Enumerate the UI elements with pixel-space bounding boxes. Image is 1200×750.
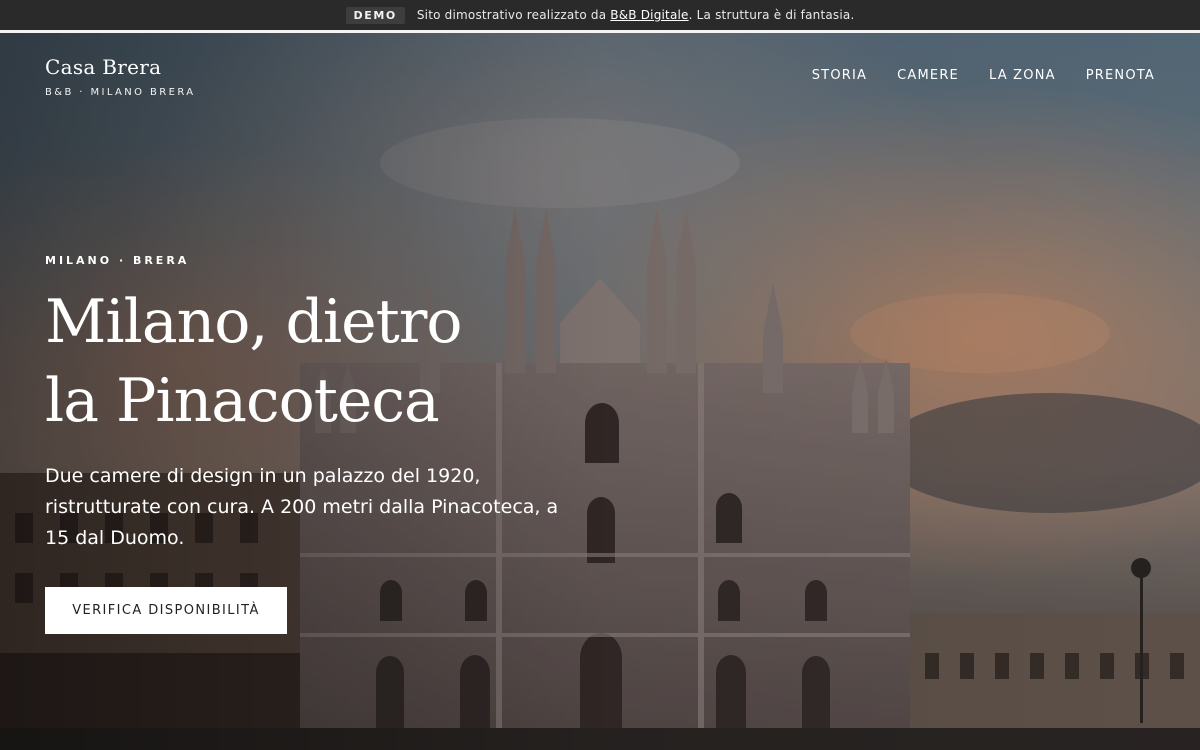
demo-agency-link[interactable]: B&B Digitale — [610, 8, 688, 22]
hero-section: Casa Brera B&B · MILANO BRERA STORIA CAM… — [0, 33, 1200, 750]
main-nav: STORIA CAMERE LA ZONA PRENOTA — [812, 68, 1155, 83]
headline-line-2: la Pinacoteca — [45, 366, 440, 436]
brand-logo[interactable]: Casa Brera B&B · MILANO BRERA — [45, 55, 196, 98]
demo-badge: DEMO — [345, 6, 405, 24]
hero-kicker: MILANO · BRERA — [45, 254, 190, 267]
demo-text-after: . La struttura è di fantasia. — [688, 8, 855, 22]
nav-item-la-zona[interactable]: LA ZONA — [989, 68, 1056, 83]
hero-lead: Due camere di design in un palazzo del 1… — [45, 465, 559, 549]
hero-headline: Milano, dietro la Pinacoteca — [45, 283, 463, 441]
brand-name: Casa Brera — [45, 55, 162, 79]
demo-text-before: Sito dimostrativo realizzato da — [416, 8, 611, 22]
nav-item-prenota[interactable]: PRENOTA — [1086, 68, 1155, 83]
brand-subtitle: B&B · MILANO BRERA — [45, 87, 196, 98]
nav-item-storia[interactable]: STORIA — [812, 68, 867, 83]
headline-line-1: Milano, dietro — [45, 287, 463, 357]
check-availability-button[interactable]: VERIFICA DISPONIBILITÀ — [45, 587, 287, 634]
demo-banner-text: Sito dimostrativo realizzato da B&B Digi… — [417, 8, 855, 22]
nav-item-camere[interactable]: CAMERE — [897, 68, 959, 83]
demo-banner: DEMO Sito dimostrativo realizzato da B&B… — [0, 0, 1200, 30]
